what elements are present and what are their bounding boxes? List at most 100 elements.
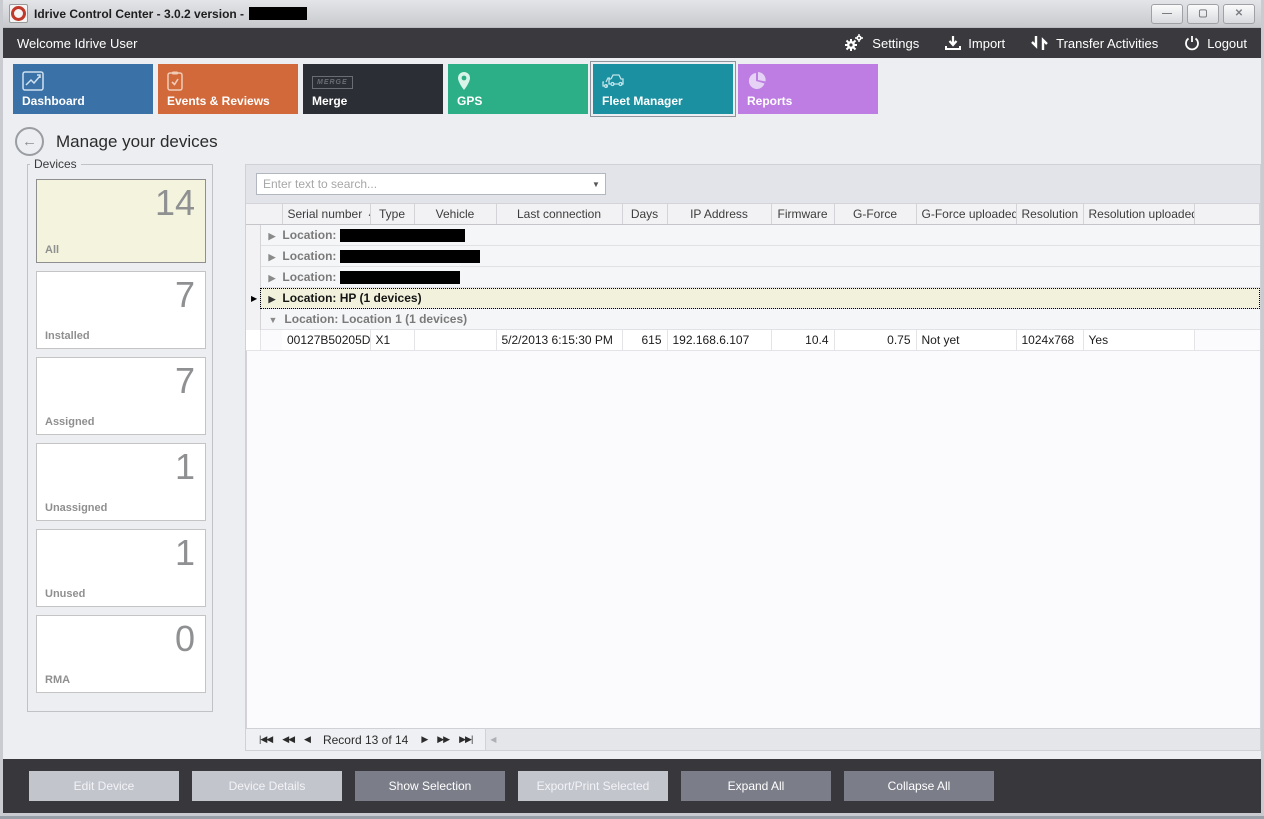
- close-button[interactable]: ✕: [1223, 4, 1255, 24]
- tab-fleet-manager[interactable]: Fleet Manager: [593, 64, 733, 114]
- installed-count: 7: [175, 274, 195, 316]
- cell-days: 615: [622, 330, 667, 351]
- rma-count: 0: [175, 618, 195, 660]
- tab-reports-label: Reports: [747, 94, 792, 108]
- rma-label: RMA: [45, 674, 70, 686]
- cell-gforce-uploaded: Not yet: [916, 330, 1016, 351]
- device-row[interactable]: 00127B50205D X1 5/2/2013 6:15:30 PM 615 …: [246, 330, 1260, 351]
- expand-collapsed-icon[interactable]: ▶: [269, 252, 276, 262]
- pie-chart-icon: [747, 71, 767, 96]
- next-page-button[interactable]: ▶▶: [437, 734, 449, 745]
- last-record-button[interactable]: ▶▶|: [459, 734, 472, 745]
- collapse-all-button[interactable]: Collapse All: [844, 771, 994, 801]
- row-indicator-cell: [246, 309, 260, 330]
- record-navigator: |◀◀ ◀◀ ◀ Record 13 of 14 ▶ ▶▶ ▶▶| ◀: [246, 728, 1260, 750]
- row-indicator-cell: [246, 330, 260, 351]
- merge-logo-icon: MERGE: [312, 71, 353, 89]
- group-row-redacted-2[interactable]: ▶Location:: [246, 246, 1260, 267]
- location-redaction: [340, 271, 460, 284]
- expand-collapsed-icon[interactable]: ▶: [269, 231, 276, 241]
- tab-gps[interactable]: GPS: [448, 64, 588, 114]
- minimize-button[interactable]: —: [1151, 4, 1183, 24]
- column-header-type[interactable]: Type: [370, 204, 414, 225]
- column-header-vehicle[interactable]: Vehicle: [414, 204, 496, 225]
- scroll-left-icon[interactable]: ◀: [486, 735, 496, 744]
- prev-page-button[interactable]: ◀◀: [282, 734, 294, 745]
- nav-tiles: Dashboard Events & Reviews MERGE Merge G…: [3, 58, 1261, 118]
- unassigned-label: Unassigned: [45, 502, 107, 514]
- transfer-activities-button[interactable]: Transfer Activities: [1031, 34, 1158, 52]
- unassigned-count: 1: [175, 446, 195, 488]
- column-header-gforce-uploaded[interactable]: G-Force uploaded: [916, 204, 1016, 225]
- horizontal-scrollbar[interactable]: ◀: [485, 729, 1260, 750]
- next-record-button[interactable]: ▶: [421, 734, 427, 745]
- search-combo: ▼: [256, 173, 606, 195]
- tab-dashboard-label: Dashboard: [22, 94, 85, 108]
- group-row-redacted-3[interactable]: ▶ Location:: [246, 267, 1260, 288]
- header-spacer: [246, 204, 282, 225]
- power-icon: [1184, 35, 1200, 51]
- tab-gps-label: GPS: [457, 94, 482, 108]
- column-header-serial[interactable]: Serial number▲: [282, 204, 370, 225]
- download-icon: [945, 35, 961, 51]
- maximize-button[interactable]: ▢: [1187, 4, 1219, 24]
- logout-label: Logout: [1207, 36, 1247, 51]
- column-header-last-connection[interactable]: Last connection: [496, 204, 622, 225]
- column-header-days[interactable]: Days: [622, 204, 667, 225]
- unused-count: 1: [175, 532, 195, 574]
- expand-expanded-icon[interactable]: ▼: [269, 315, 278, 325]
- filter-card-unused[interactable]: 1 Unused: [36, 529, 206, 607]
- column-header-resolution-uploaded[interactable]: Resolution uploaded: [1083, 204, 1194, 225]
- search-input[interactable]: [257, 177, 587, 191]
- expand-collapsed-icon[interactable]: ▶: [269, 294, 276, 304]
- group-row-location-1[interactable]: ▼Location: Location 1 (1 devices): [246, 309, 1260, 330]
- title-bar: Idrive Control Center - 3.0.2 version - …: [3, 0, 1261, 28]
- tab-reports[interactable]: Reports: [738, 64, 878, 114]
- devices-group-label: Devices: [30, 157, 81, 171]
- export-print-selected-button[interactable]: Export/Print Selected: [518, 771, 668, 801]
- line-chart-icon: [22, 71, 44, 96]
- import-button[interactable]: Import: [945, 35, 1005, 51]
- filter-card-rma[interactable]: 0 RMA: [36, 615, 206, 693]
- header-trailing-blank: [1194, 204, 1260, 225]
- tab-dashboard[interactable]: Dashboard: [13, 64, 153, 114]
- group-row-hp[interactable]: ▶ ▶Location: HP (1 devices): [246, 288, 1260, 309]
- cell-last-connection: 5/2/2013 6:15:30 PM: [496, 330, 622, 351]
- row-indicator-cell: [246, 267, 260, 288]
- logout-button[interactable]: Logout: [1184, 35, 1247, 51]
- cell-resolution: 1024x768: [1016, 330, 1083, 351]
- tab-merge[interactable]: MERGE Merge: [303, 64, 443, 114]
- grid-empty-area: [246, 351, 1260, 728]
- cell-vehicle: [414, 330, 496, 351]
- location-redaction: [340, 250, 480, 263]
- filter-card-assigned[interactable]: 7 Assigned: [36, 357, 206, 435]
- table-header-row: Serial number▲ Type Vehicle Last connect…: [246, 204, 1260, 225]
- filter-card-installed[interactable]: 7 Installed: [36, 271, 206, 349]
- cell-serial: 00127B50205D: [282, 330, 370, 351]
- filter-card-unassigned[interactable]: 1 Unassigned: [36, 443, 206, 521]
- settings-button[interactable]: Settings: [843, 34, 919, 52]
- tab-events-reviews[interactable]: Events & Reviews: [158, 64, 298, 114]
- expand-collapsed-icon[interactable]: ▶: [269, 273, 276, 283]
- column-header-firmware[interactable]: Firmware: [771, 204, 834, 225]
- prev-record-button[interactable]: ◀: [304, 734, 310, 745]
- tab-merge-label: Merge: [312, 94, 347, 108]
- chevron-down-icon[interactable]: ▼: [587, 180, 605, 189]
- back-arrow-icon: ←: [22, 134, 37, 149]
- trailing-cell: [1194, 330, 1260, 351]
- filter-card-all[interactable]: 14 All: [36, 179, 206, 263]
- expand-all-button[interactable]: Expand All: [681, 771, 831, 801]
- back-button[interactable]: ←: [15, 127, 44, 156]
- device-details-button[interactable]: Device Details: [192, 771, 342, 801]
- column-header-resolution[interactable]: Resolution: [1016, 204, 1083, 225]
- group-label: Location:: [282, 270, 336, 284]
- edit-device-button[interactable]: Edit Device: [29, 771, 179, 801]
- title-redaction: [249, 7, 307, 20]
- cell-type: X1: [370, 330, 414, 351]
- show-selection-button[interactable]: Show Selection: [355, 771, 505, 801]
- column-header-ip-address[interactable]: IP Address: [667, 204, 771, 225]
- first-record-button[interactable]: |◀◀: [259, 734, 272, 745]
- transfer-activities-label: Transfer Activities: [1056, 36, 1158, 51]
- group-row-redacted-1[interactable]: ▶Location:: [246, 225, 1260, 246]
- column-header-gforce[interactable]: G-Force: [834, 204, 916, 225]
